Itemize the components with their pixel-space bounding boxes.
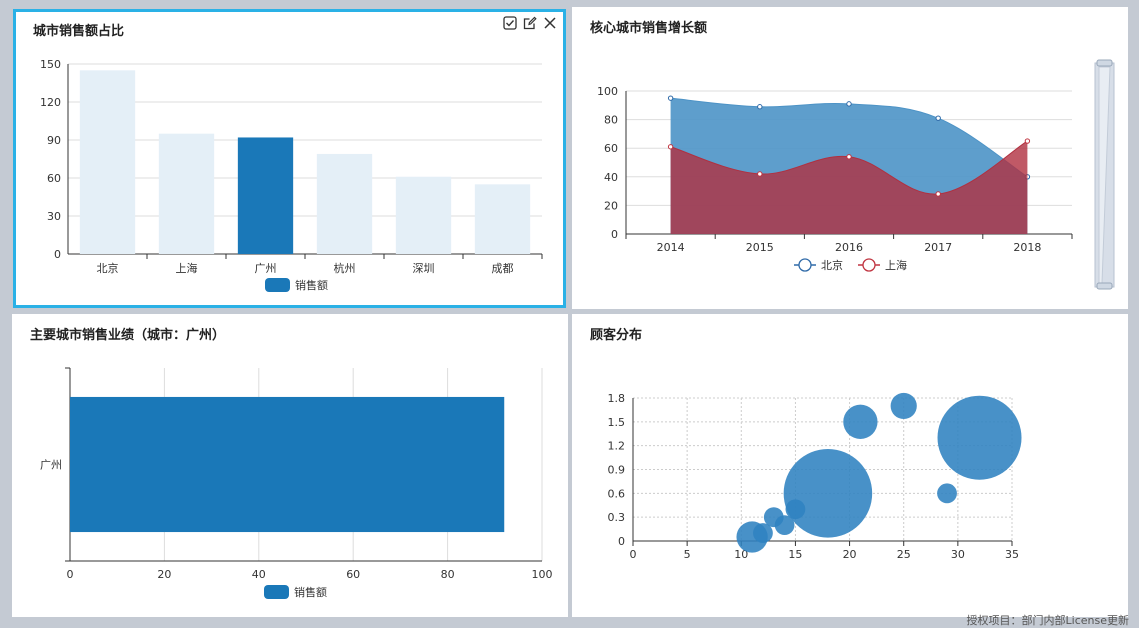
bar — [316, 153, 373, 254]
x-tick-label: 40 — [252, 568, 266, 581]
legend-swatch — [265, 278, 290, 292]
data-point — [667, 95, 674, 101]
x-tick-label: 30 — [951, 548, 965, 561]
y-tick-label: 0.9 — [608, 464, 626, 477]
license-footer: 授权项目：部门内部License更新 — [966, 614, 1129, 627]
city-share-axes: 0 30 60 90 120 150 北京 上海 广州 杭州 深圳 成都 — [40, 58, 543, 275]
x-tick-label: 成都 — [492, 262, 514, 275]
bar — [474, 184, 531, 254]
x-tick-label: 上海 — [176, 261, 198, 275]
x-tick-label: 北京 — [97, 261, 119, 275]
data-point — [667, 144, 674, 150]
y-tick-label: 150 — [40, 58, 61, 71]
data-point — [935, 191, 941, 197]
y-tick-label: 0.6 — [608, 487, 626, 500]
datazoom-handle-top — [1096, 59, 1113, 67]
y-tick-label: 90 — [47, 134, 61, 147]
y-tick-label: 80 — [604, 114, 618, 127]
legend-marker — [862, 258, 876, 272]
bubble — [783, 449, 873, 538]
y-tick-label: 20 — [604, 199, 618, 212]
main-city-panel[interactable]: 主要城市销售业绩（城市：广州） 0 20 40 60 80 100 广州 销售额 — [12, 314, 568, 617]
x-tick-label: 2014 — [657, 241, 685, 254]
x-tick-label: 2015 — [746, 241, 774, 254]
y-tick-label: 100 — [597, 85, 618, 98]
core-growth-panel[interactable]: 核心城市销售增长额 0 20 40 60 80 100 2014 2015 2016 2017 20… — [572, 7, 1128, 309]
core-growth-axes: 0 20 40 60 80 100 2014 2015 2016 2017 2018 — [597, 85, 1073, 254]
legend: 销售额 — [264, 585, 327, 599]
x-tick-label: 2017 — [924, 241, 952, 254]
city-share-chart: 0 30 60 90 120 150 北京 上海 广州 杭州 深圳 成都销售额 — [40, 58, 543, 292]
legend: 北京 上海 — [794, 258, 907, 272]
core-growth-chart: 0 20 40 60 80 100 2014 2015 2016 2017 2018 北京 上海 — [597, 59, 1115, 290]
bar — [395, 176, 452, 254]
x-tick-label: 20 — [157, 568, 171, 581]
data-point — [846, 154, 852, 160]
y-tick-label: 120 — [40, 96, 61, 109]
y-tick-label: 0 — [54, 248, 61, 261]
x-tick-label: 深圳 — [413, 262, 435, 275]
bubble — [937, 395, 1022, 480]
y-tick-label: 40 — [604, 171, 618, 184]
y-tick-label: 0 — [611, 228, 618, 241]
y-tick-label: 0.3 — [608, 511, 626, 524]
x-tick-label: 60 — [346, 568, 360, 581]
x-tick-label: 5 — [684, 548, 691, 561]
bubble — [890, 392, 917, 420]
y-tick-label: 60 — [47, 172, 61, 185]
y-tick-label: 0 — [618, 535, 625, 548]
x-tick-label: 0 — [630, 548, 637, 561]
x-tick-label: 100 — [532, 568, 553, 581]
data-point — [757, 104, 763, 110]
y-tick-label: 30 — [47, 210, 61, 223]
y-tick-label: 1.8 — [608, 392, 626, 405]
data-point — [846, 101, 852, 107]
bar — [70, 396, 505, 533]
y-tick-label: 广州 — [40, 459, 62, 472]
customer-dist-axes: 00.30.60.91.21.51.80 5 10 15 20 25 30 35 — [608, 392, 1022, 561]
x-tick-label: 2018 — [1013, 241, 1041, 254]
x-tick-label: 杭州 — [334, 261, 356, 275]
legend-label: 北京 — [821, 258, 843, 272]
x-tick-label: 0 — [67, 568, 74, 581]
legend-label: 上海 — [885, 258, 907, 272]
main-city-axes: 0 20 40 60 80 100 广州 — [40, 367, 553, 581]
legend-label: 销售额 — [295, 278, 328, 292]
data-point — [935, 115, 941, 121]
y-tick-label: 1.5 — [608, 416, 626, 429]
datazoom-slider — [1094, 59, 1115, 290]
city-share-panel[interactable]: 城市销售额占比 0 30 60 90 120 150 北京 上海 广州 杭州 深圳 成都 销售额 — [13, 9, 566, 308]
x-tick-label: 80 — [441, 568, 455, 581]
bar — [237, 137, 294, 254]
bubble — [937, 483, 957, 504]
legend: 销售额 — [265, 278, 328, 292]
x-tick-label: 25 — [897, 548, 911, 561]
customer-dist-chart: 00.30.60.91.21.51.80 5 10 15 20 25 30 35 — [608, 392, 1022, 561]
bar — [158, 133, 215, 254]
data-point — [757, 171, 763, 177]
main-city-chart: 0 20 40 60 80 100 广州销售额 — [40, 367, 553, 599]
legend-label: 销售额 — [294, 585, 327, 599]
y-tick-label: 60 — [604, 142, 618, 155]
x-tick-label: 广州 — [255, 262, 277, 275]
bubble — [843, 404, 878, 439]
legend-marker — [798, 258, 812, 272]
data-point — [1024, 138, 1031, 144]
x-tick-label: 2016 — [835, 241, 863, 254]
datazoom-handle-bottom — [1096, 282, 1113, 290]
x-tick-label: 35 — [1005, 548, 1019, 561]
x-tick-label: 20 — [843, 548, 857, 561]
bar — [79, 70, 136, 254]
customer-dist-panel[interactable]: 顾客分布 0 0.3 0.6 0.9 1.2 1.5 1.8 0 5 10 15 20 25 30 35 — [572, 314, 1128, 617]
legend-swatch — [264, 585, 289, 599]
y-tick-label: 1.2 — [608, 440, 626, 453]
x-tick-label: 15 — [788, 548, 802, 561]
